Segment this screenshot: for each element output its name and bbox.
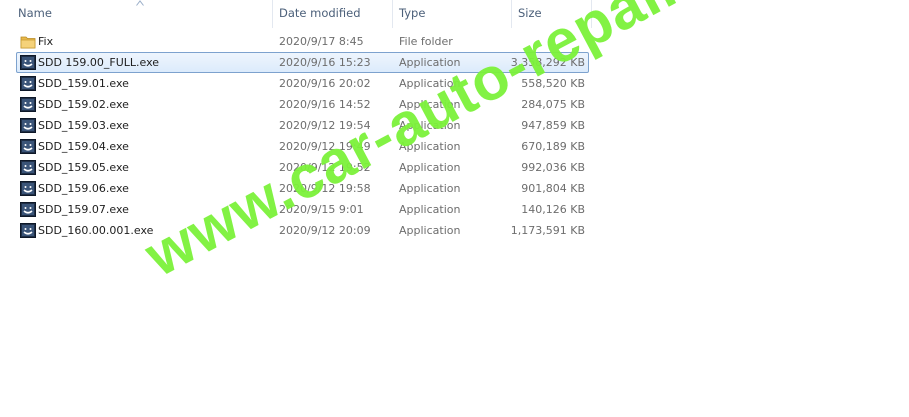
file-type: Application [399, 182, 461, 195]
application-icon [20, 181, 36, 196]
application-icon [20, 55, 36, 70]
file-size: 140,126 KB [521, 203, 585, 216]
application-icon [20, 139, 36, 154]
application-icon [20, 223, 36, 238]
file-name: SDD_159.02.exe [38, 98, 129, 111]
file-size: 992,036 KB [521, 161, 585, 174]
application-icon [20, 202, 36, 217]
column-header-date-modified[interactable]: Date modified [273, 0, 393, 28]
file-name: Fix [38, 35, 54, 48]
file-date-modified: 2020/9/17 8:45 [279, 35, 364, 48]
file-size: 901,804 KB [521, 182, 585, 195]
file-row[interactable]: SDD_159.03.exe 2020/9/12 19:54 Application… [16, 115, 589, 136]
file-name: SDD 159.00_FULL.exe [38, 56, 160, 69]
application-icon [20, 76, 36, 91]
file-type: Application [399, 224, 461, 237]
file-size: 947,859 KB [521, 119, 585, 132]
file-date-modified: 2020/9/16 15:23 [279, 56, 371, 69]
application-icon [20, 118, 36, 133]
file-type: Application [399, 161, 461, 174]
file-name: SDD_159.04.exe [38, 140, 129, 153]
column-header-type[interactable]: Type [393, 0, 512, 28]
sort-ascending-icon [136, 0, 144, 6]
application-icon [20, 160, 36, 175]
file-size: 1,173,591 KB [510, 224, 585, 237]
file-size: 670,189 KB [521, 140, 585, 153]
file-date-modified: 2020/9/12 20:09 [279, 224, 371, 237]
folder-icon [20, 36, 36, 49]
file-date-modified: 2020/9/16 20:02 [279, 77, 371, 90]
application-icon [20, 97, 36, 112]
file-row[interactable]: SDD_160.00.001.exe 2020/9/12 20:09 Applica… [16, 220, 589, 241]
column-header-bar: Name Date modified Type Size [0, 0, 909, 28]
file-type: Application [399, 203, 461, 216]
file-name: SDD_159.03.exe [38, 119, 129, 132]
file-name: SDD_159.01.exe [38, 77, 129, 90]
